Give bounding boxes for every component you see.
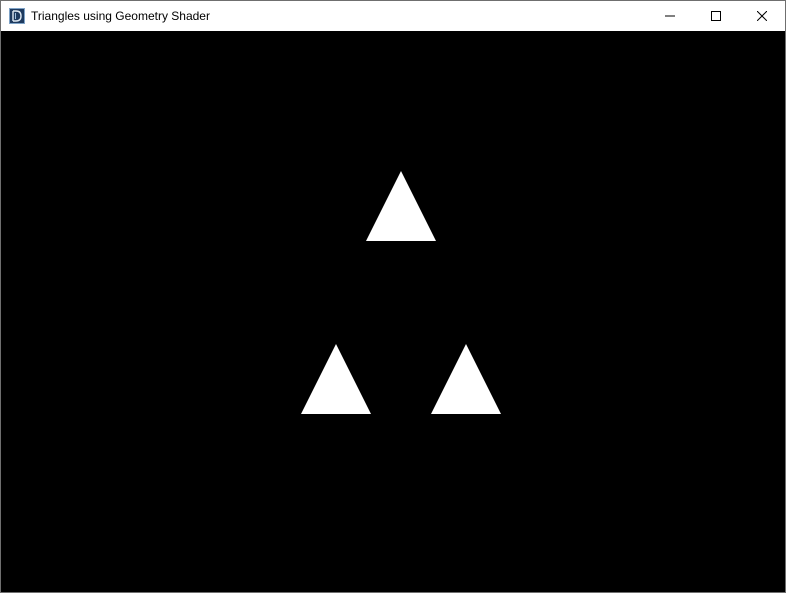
triangle-bottom-right: [431, 344, 501, 414]
window-title: Triangles using Geometry Shader: [31, 9, 210, 23]
maximize-button[interactable]: [693, 1, 739, 31]
window-controls: [647, 1, 785, 31]
minimize-button[interactable]: [647, 1, 693, 31]
triangle-top: [366, 171, 436, 241]
maximize-icon: [711, 11, 721, 21]
title-bar[interactable]: Triangles using Geometry Shader: [1, 1, 785, 31]
minimize-icon: [665, 15, 675, 17]
close-icon: [757, 11, 767, 21]
render-viewport[interactable]: [1, 31, 785, 592]
app-logo-icon: [9, 8, 25, 24]
triangle-bottom-left: [301, 344, 371, 414]
close-button[interactable]: [739, 1, 785, 31]
render-canvas: [301, 171, 501, 414]
application-window: Triangles using Geometry Shader: [0, 0, 786, 593]
